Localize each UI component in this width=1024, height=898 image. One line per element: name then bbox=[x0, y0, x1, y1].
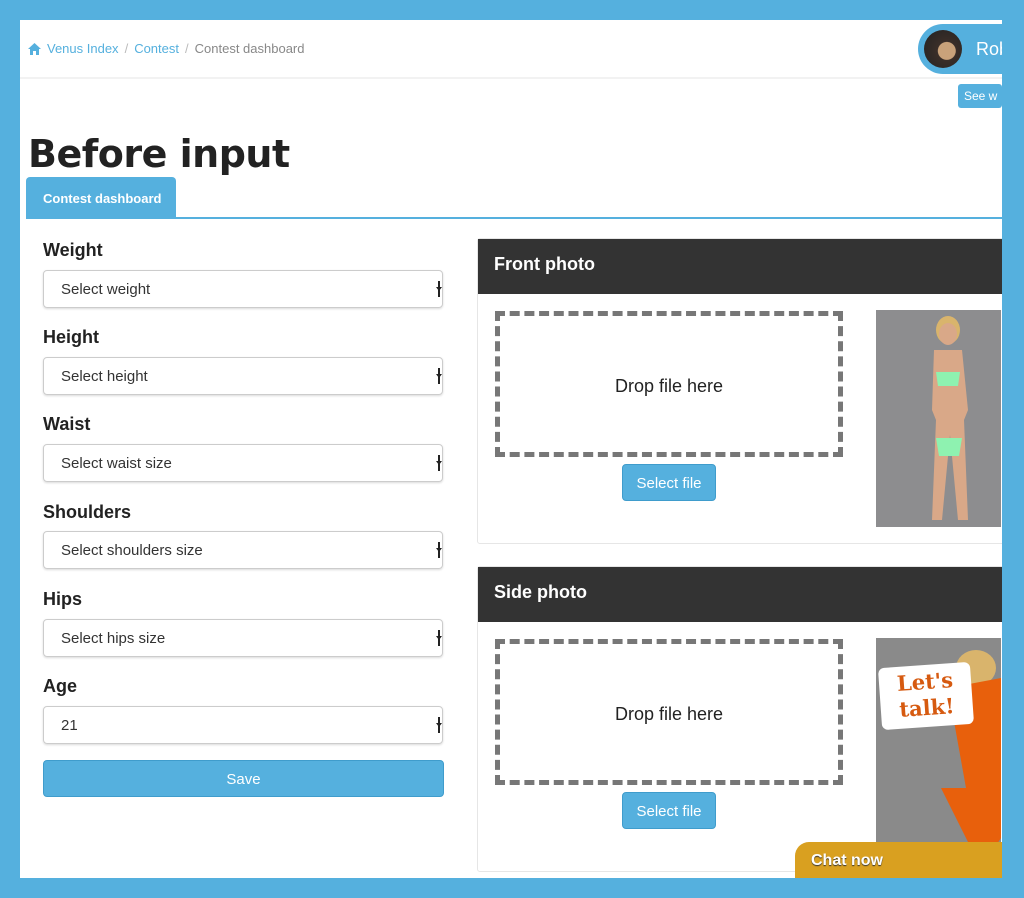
height-label: Height bbox=[43, 327, 99, 347]
lets-talk-badge[interactable]: Let's talk! bbox=[877, 661, 975, 731]
shoulders-label: Shoulders bbox=[43, 502, 132, 522]
weight-label: Weight bbox=[43, 240, 103, 260]
hips-label: Hips bbox=[43, 589, 83, 609]
age-value: 21 bbox=[61, 717, 78, 734]
shoulders-select[interactable]: Select shoulders size bbox=[43, 531, 443, 569]
divider bbox=[20, 77, 1002, 79]
weight-select[interactable]: Select weight bbox=[43, 270, 443, 308]
avatar bbox=[924, 30, 962, 68]
age-label: Age bbox=[43, 676, 78, 696]
user-name: Rob bbox=[976, 38, 1002, 59]
home-icon bbox=[28, 42, 41, 55]
waist-select[interactable]: Select waist size bbox=[43, 444, 443, 482]
chevron-down-icon bbox=[436, 368, 442, 384]
shoulders-value: Select shoulders size bbox=[61, 542, 203, 559]
save-button[interactable]: Save bbox=[43, 760, 444, 797]
tab-contest-dashboard[interactable]: Contest dashboard bbox=[26, 177, 176, 218]
height-value: Select height bbox=[61, 368, 148, 385]
see-button[interactable]: See w bbox=[958, 84, 1002, 108]
waist-label: Waist bbox=[43, 414, 91, 434]
tab-underline bbox=[26, 217, 1002, 219]
panel-title: Side photo bbox=[478, 567, 1002, 622]
panel-title: Front photo bbox=[478, 239, 1002, 294]
chevron-down-icon bbox=[436, 630, 442, 646]
page: Venus Index / Contest / Contest dashboar… bbox=[20, 20, 1002, 878]
front-photo-panel: Front photo Drop file here Select file bbox=[477, 238, 1002, 544]
breadcrumb-separator: / bbox=[124, 41, 129, 56]
chevron-down-icon bbox=[436, 542, 442, 558]
user-menu[interactable]: Rob bbox=[918, 24, 1002, 74]
front-dropzone[interactable]: Drop file here bbox=[495, 311, 843, 457]
weight-value: Select weight bbox=[61, 281, 151, 298]
chevron-down-icon bbox=[436, 281, 442, 297]
breadcrumb-home[interactable]: Venus Index bbox=[47, 41, 119, 56]
breadcrumb-separator: / bbox=[185, 41, 189, 56]
chat-now-button[interactable]: Chat now bbox=[795, 842, 1002, 878]
height-select[interactable]: Select height bbox=[43, 357, 443, 395]
chevron-down-icon bbox=[436, 455, 442, 471]
side-select-file-button[interactable]: Select file bbox=[622, 792, 716, 829]
side-dropzone[interactable]: Drop file here bbox=[495, 639, 843, 785]
breadcrumb: Venus Index / Contest / Contest dashboar… bbox=[28, 41, 304, 56]
page-title: Before input bbox=[28, 132, 290, 176]
hips-select[interactable]: Select hips size bbox=[43, 619, 443, 657]
breadcrumb-current: Contest dashboard bbox=[194, 41, 305, 56]
chevron-down-icon bbox=[436, 717, 442, 733]
breadcrumb-contest[interactable]: Contest bbox=[134, 41, 179, 56]
hips-value: Select hips size bbox=[61, 630, 166, 647]
age-select[interactable]: 21 bbox=[43, 706, 443, 744]
front-select-file-button[interactable]: Select file bbox=[622, 464, 716, 501]
front-photo-preview bbox=[876, 310, 1001, 527]
waist-value: Select waist size bbox=[61, 455, 172, 472]
